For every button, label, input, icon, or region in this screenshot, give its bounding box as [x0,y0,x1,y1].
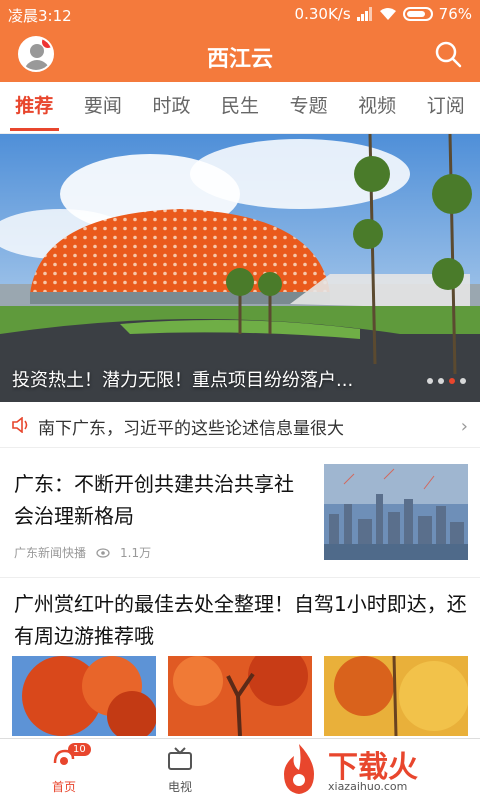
search-icon[interactable] [434,40,462,68]
chevron-right-icon: › [460,416,468,437]
nav-home[interactable]: 10 首页 [24,743,104,795]
home-badge: 10 [68,743,91,756]
gallery-image [12,656,156,736]
signal-icon [356,7,372,21]
news-ticker[interactable]: 南下广东，习近平的这些论述信息量很大 › [0,402,480,448]
tab-topics[interactable]: 专题 [274,82,343,133]
article-views: 1.1万 [120,546,152,560]
article-headline: 广东：不断开创共建共治共享社会治理新格局 [14,472,294,528]
carousel-dot-active [449,378,455,384]
nav-home-label: 首页 [51,780,76,794]
battery-icon [402,7,433,21]
carousel-dot [427,378,433,384]
watermark: 下载火 xiazaihuo.com [274,740,474,798]
flame-logo-icon [284,744,314,794]
gallery-image [168,656,312,736]
battery-percent: 76% [438,5,472,23]
tv-icon [168,747,192,770]
article-thumbnail [324,464,468,560]
category-tabs: 推荐 要闻 时政 民生 专题 视频 订阅 [0,82,480,134]
tab-politics[interactable]: 时政 [137,82,206,133]
carousel-dot [438,378,444,384]
gallery-image [324,656,468,736]
stadium-image [0,134,480,402]
article-headline: 广州赏红叶的最佳去处全整理！自驾1小时即达，还有周边游推荐哦 [14,592,467,648]
ticker-text: 南下广东，习近平的这些论述信息量很大 [38,419,344,439]
status-right: 0.30K/s 76% [295,5,472,23]
status-time: 凌晨3:12 [8,7,72,25]
news-item[interactable]: 广东：不断开创共建共治共享社会治理新格局 广东新闻快播 1.1万 [0,448,480,578]
article-meta: 广东新闻快播 1.1万 [14,544,151,561]
speaker-icon [12,417,28,433]
news-item[interactable]: 广州赏红叶的最佳去处全整理！自驾1小时即达，还有周边游推荐哦 [0,578,480,738]
eye-icon [96,547,110,558]
tab-livelihood[interactable]: 民生 [206,82,275,133]
hero-caption: 投资热土！潜力无限！重点项目纷纷落户... [12,370,354,391]
watermark-url: xiazaihuo.com [328,780,408,793]
article-source: 广东新闻快播 [14,546,87,560]
hero-banner[interactable]: 投资热土！潜力无限！重点项目纷纷落户... [0,134,480,402]
article-gallery [12,656,468,736]
network-speed: 0.30K/s [294,5,351,23]
tab-subscribe[interactable]: 订阅 [411,82,480,133]
app-bar: 西江云 [0,30,480,82]
status-bar: 凌晨3:12 0.30K/s 76% [0,0,480,30]
nav-tv-label: 电视 [167,780,192,794]
app-title: 西江云 [206,47,273,72]
tab-video[interactable]: 视频 [343,82,412,133]
carousel-indicator [427,378,466,384]
tab-headlines[interactable]: 要闻 [69,82,138,133]
carousel-dot [460,378,466,384]
wifi-icon [379,8,396,20]
tab-recommend[interactable]: 推荐 [0,82,69,133]
nav-tv[interactable]: 电视 [140,747,220,795]
